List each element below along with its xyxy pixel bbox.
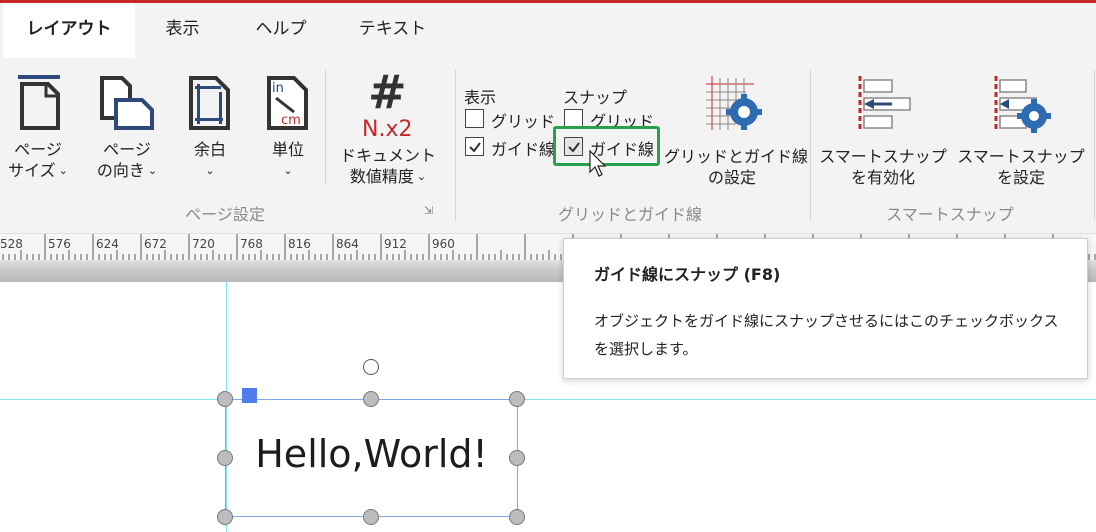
tooltip-body: オブジェクトをガイド線にスナップさせるにはこのチェックボックスを選択します。 [594, 312, 1059, 358]
page-orientation-button[interactable]: ページ の向き ⌄ [88, 66, 166, 196]
tab-text[interactable]: テキスト [345, 3, 440, 58]
group-label-page-setup: ページ設定 [185, 205, 265, 224]
mouse-cursor-icon [589, 150, 607, 177]
resize-handle-bottom-left[interactable] [217, 509, 233, 525]
enable-smart-snap-label-1: スマートスナップ [819, 147, 947, 166]
show-guides-checkbox[interactable] [465, 137, 484, 156]
anchor-point[interactable] [242, 388, 257, 403]
chevron-down-icon: ⌄ [416, 170, 427, 183]
units-icon: in cm [267, 76, 308, 130]
ruler-label: 624 [96, 237, 119, 251]
page-size-label-2: サイズ ⌄ [2, 160, 74, 181]
dialog-launcher-icon[interactable]: ⇲ [424, 204, 433, 217]
checkmark-icon [469, 142, 481, 153]
doc-precision-label-text: 数値精度 [349, 167, 414, 186]
margins-icon [189, 76, 230, 130]
resize-handle-top-right[interactable] [509, 391, 525, 407]
smart-snap-icon [858, 76, 911, 132]
doc-precision-label-2: 数値精度 ⌄ [334, 166, 442, 187]
rotation-handle[interactable] [363, 359, 379, 375]
units-label: 単位 [271, 140, 304, 159]
smart-snap-settings-label-2: を設定 [996, 168, 1045, 187]
show-guides-label: ガイド線 [491, 140, 556, 159]
page-size-button[interactable]: ページ サイズ ⌄ [2, 66, 74, 196]
ruler-label: 672 [144, 237, 167, 251]
grid-settings-label-2: の設定 [707, 168, 756, 187]
ruler-label: 576 [48, 237, 71, 251]
show-header: 表示 [464, 88, 497, 107]
tooltip: ガイド線にスナップ (F8) オブジェクトをガイド線にスナップさせるにはこのチェ… [563, 238, 1088, 379]
resize-handle-right[interactable] [509, 450, 525, 466]
units-icon-bottom-text: cm [281, 113, 301, 128]
document-precision-button[interactable]: # N.x2 ドキュメント 数値精度 ⌄ [334, 66, 442, 196]
page-orientation-icon [100, 76, 154, 130]
resize-handle-top-left[interactable] [217, 391, 233, 407]
ruler-label: 816 [288, 237, 311, 251]
resize-handle-bottom[interactable] [363, 509, 379, 525]
tooltip-title: ガイド線にスナップ (F8) [594, 265, 781, 284]
chevron-down-icon: ⌄ [205, 164, 215, 177]
snap-header: スナップ [563, 88, 628, 107]
units-icon-top-text: in [272, 81, 284, 96]
enable-smart-snap-button[interactable]: スマートスナップ を有効化 [818, 66, 948, 196]
tab-help[interactable]: ヘルプ [240, 3, 322, 58]
ribbon-tab-bar: レイアウト 表示 ヘルプ テキスト [0, 3, 1096, 58]
grid-guide-settings-button[interactable]: グリッドとガイド線 の設定 [664, 66, 809, 196]
enable-smart-snap-label-2: を有効化 [850, 168, 915, 187]
separator [325, 70, 326, 185]
chevron-down-icon: ⌄ [58, 164, 68, 177]
separator [455, 70, 456, 220]
margins-label: 余白 [193, 140, 226, 159]
tab-view[interactable]: 表示 [145, 3, 220, 58]
chevron-down-icon: ⌄ [283, 164, 293, 177]
show-grid-label: グリッド [491, 112, 556, 131]
smart-snap-settings-gear-icon [994, 76, 1051, 133]
resize-handle-top[interactable] [363, 391, 379, 407]
doc-precision-label-1: ドキュメント [339, 146, 436, 165]
ruler-label: 720 [192, 237, 215, 251]
separator [1094, 70, 1095, 220]
resize-handle-left[interactable] [217, 450, 233, 466]
show-grid-checkbox[interactable] [465, 109, 484, 128]
separator [810, 70, 811, 220]
page-size-label-text: サイズ [8, 161, 56, 180]
orientation-label-1: ページ [103, 140, 151, 159]
group-label-smart-snap: スマートスナップ [886, 205, 1014, 224]
text-object[interactable]: Hello,World! [225, 432, 518, 476]
smart-snap-settings-label-1: スマートスナップ [957, 147, 1085, 166]
ruler-label: 528 [0, 237, 23, 251]
tab-layout[interactable]: レイアウト [3, 3, 135, 58]
ruler-label: 960 [432, 237, 455, 251]
number-precision-icon: # N.x2 [362, 72, 412, 138]
resize-handle-bottom-right[interactable] [509, 509, 525, 525]
grid-settings-gear-icon [706, 76, 762, 130]
ruler-label: 864 [336, 237, 359, 251]
group-label-grid-guides: グリッドとガイド線 [557, 205, 702, 224]
horizontal-guide-line[interactable] [0, 399, 1096, 400]
ribbon: ページ サイズ ⌄ ページ の向き ⌄ 余白 ⌄ in cm 単位 ⌄ # N.… [0, 58, 1096, 233]
ruler-label: 912 [384, 237, 407, 251]
ruler-label: 768 [240, 237, 263, 251]
chevron-down-icon: ⌄ [147, 164, 158, 177]
page-size-label-1: ページ [14, 140, 62, 159]
page-size-icon [18, 75, 60, 130]
margins-button[interactable]: 余白 ⌄ [178, 66, 242, 196]
units-button[interactable]: in cm 単位 ⌄ [256, 66, 320, 196]
grid-settings-label-1: グリッドとガイド線 [664, 147, 809, 166]
svg-text:#: # [368, 72, 407, 119]
orientation-label-2: の向き ⌄ [88, 160, 166, 181]
precision-icon-text: N.x2 [362, 117, 412, 138]
smart-snap-settings-button[interactable]: スマートスナップ を設定 [956, 66, 1086, 196]
orientation-label-text: の向き [96, 161, 145, 180]
